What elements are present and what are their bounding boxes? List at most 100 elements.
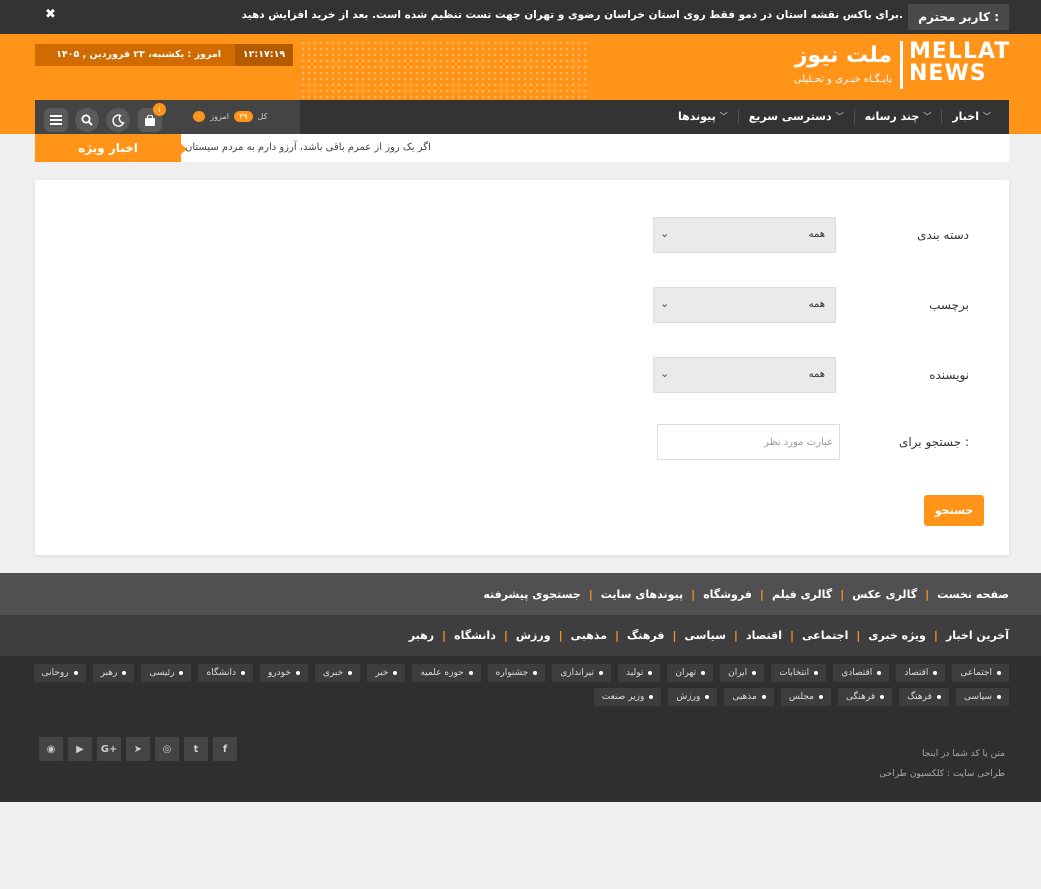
bullet-icon [648,671,653,675]
footer-category-link[interactable]: ورزش [516,629,551,642]
tag-chip[interactable]: روحانی [33,664,86,682]
google-plus-icon[interactable]: G+ [97,737,121,761]
tag-chip[interactable]: فرهنگ [899,688,949,706]
instagram-icon[interactable]: ◎ [155,737,179,761]
tag-chip[interactable]: حوزه علمیه [412,664,481,682]
nav-item-label: دسترسی سریع [748,110,832,123]
tag-chip[interactable]: جشنواره [487,664,546,682]
footer-category-link[interactable]: ویژه خبری [868,629,925,642]
tag-label: اقتصاد [904,668,929,678]
bullet-icon [599,671,604,675]
bullet-icon [468,671,473,675]
link-separator: | [790,629,795,642]
footer-category-link[interactable]: دانشگاه [454,629,496,642]
tag-chip[interactable]: مذهبی [724,688,774,706]
footer-link[interactable]: جستجوی پیشرفته [483,588,580,601]
chevron-down-icon: ﹀ [835,112,844,121]
footer-bottom: اجتماعی اقتصاد اقتصادی انتخابات ایران تهران تو… [0,656,1041,802]
footer-link[interactable]: صفحه نخست [937,588,1009,601]
tag-chip[interactable]: خبر [367,664,406,682]
footer-category-link[interactable]: اقتصاد [746,629,782,642]
link-separator: | [933,629,938,642]
tag-chip[interactable]: ورزش [668,688,718,706]
tag-label: رئیسی [149,668,175,678]
footer-category-link[interactable]: رهبر [409,629,434,642]
tag-chip[interactable]: سیاسی [955,688,1009,706]
tag-chip[interactable]: وزیر صنعت [593,688,662,706]
tag-chip[interactable]: اقتصادی [833,664,890,682]
tag-chip[interactable]: خبری [314,664,361,682]
announcement-bar: کاربر محترم : برای باکس نقشه استان در دم… [0,0,1041,34]
link-separator: | [733,629,738,642]
footer-category-link[interactable]: فرهنگ [627,629,664,642]
search-input[interactable] [657,424,840,460]
nav-item-multimedia[interactable]: چند رسانه ﹀ [853,110,942,124]
nav-item-news[interactable]: اخبار ﹀ [941,110,1001,124]
tag-select[interactable]: همه ⌄ [653,287,836,323]
tag-chip[interactable]: دانشگاه [198,664,253,682]
footer-category-link[interactable]: مذهبی [571,629,607,642]
ticker-headline[interactable]: اگر یک روز از عمرم باقی باشد، آرزو دارم … [185,142,431,153]
search-button[interactable]: جستجو [924,495,984,526]
moon-icon[interactable] [106,108,130,132]
nav-item-quick-access[interactable]: دسترسی سریع ﹀ [737,110,854,124]
facebook-icon[interactable]: f [213,737,237,761]
bullet-icon [936,695,941,699]
site-logo[interactable]: MELLAT NEWS ملت نیوز پایـگـاه خبـری و تح… [792,41,1009,91]
tag-chip[interactable]: انتخابات [771,664,827,682]
footer-category-link[interactable]: سیاسی [685,629,726,642]
bullet-icon [179,671,184,675]
date-bar: ۱۲:۱۷:۱۹ امروز : یکشنبه، ۲۳ فروردین , ۱۴… [35,44,293,66]
header-tools: ۰ امروز ۳۹ کل ۱ [35,100,300,134]
link-separator: | [672,629,677,642]
bullet-icon [818,695,823,699]
credits-designer[interactable]: طراحی سایت : کلکسیون طراحی [879,764,1005,784]
category-label: دسته بندی [917,228,969,242]
footer-link[interactable]: گالری فیلم [772,588,832,601]
tag-chip[interactable]: اجتماعی [952,664,1009,682]
telegram-icon[interactable]: ➤ [126,737,150,761]
author-row: نویسنده همه ⌄ [653,357,969,393]
tag-chip[interactable]: تهران [667,664,714,682]
news-ticker: اخبار ویژه اگر یک روز از عمرم باقی باشد،… [35,134,1009,162]
menu-icon[interactable] [44,108,68,132]
footer-link[interactable]: پیوندهای سایت [601,588,683,601]
tag-label: خبری [322,668,344,678]
logo-subtitle: پایـگـاه خبـری و تحـلیلی [793,74,892,85]
category-select[interactable]: همه ⌄ [653,217,836,253]
footer-link[interactable]: فروشگاه [703,588,752,601]
link-separator: | [588,587,593,601]
rss-icon[interactable]: ◉ [39,737,63,761]
tag-label: فرهنگی [845,692,876,702]
tag-chip[interactable]: تولید [618,664,661,682]
chevron-down-icon: ﹀ [923,112,932,121]
tag-label: خبر [375,668,389,678]
tag-chip[interactable]: تیراندازی [552,664,612,682]
nav-item-links[interactable]: پیوندها ﹀ [668,110,738,124]
tag-chip[interactable]: رئیسی [141,664,192,682]
link-separator: | [558,629,563,642]
tag-label: ایران [728,668,748,678]
category-row: دسته بندی همه ⌄ [653,217,969,253]
youtube-icon[interactable]: ▶ [68,737,92,761]
footer-category-link[interactable]: آخرین اخبار [946,629,1009,642]
twitter-icon[interactable]: t [184,737,208,761]
close-icon[interactable]: ✖ [45,7,56,22]
search-icon[interactable] [75,108,99,132]
tag-chip[interactable]: مجلس [780,688,831,706]
footer-link[interactable]: گالری عکس [852,588,917,601]
footer-category-link[interactable]: اجتماعی [802,629,848,642]
tag-chip[interactable]: اقتصاد [896,664,946,682]
bullet-icon [997,671,1001,675]
tag-chip[interactable]: رهبر [92,664,135,682]
ticker-label: اخبار ویژه [35,134,187,162]
tag-chip[interactable]: خودرو [259,664,308,682]
footer-primary-links: صفحه نخست | گالری عکس | گالری فیلم | فروشگاه | پ… [0,573,1041,615]
footer-links-row-1: صفحه نخست | گالری عکس | گالری فیلم | فروشگاه | پ… [483,573,1009,615]
tag-label: مجلس [788,692,814,702]
tag-value: همه [808,299,825,310]
tag-chip[interactable]: ایران [720,664,765,682]
bullet-icon [122,671,127,675]
author-select[interactable]: همه ⌄ [653,357,836,393]
tag-chip[interactable]: فرهنگی [837,688,893,706]
